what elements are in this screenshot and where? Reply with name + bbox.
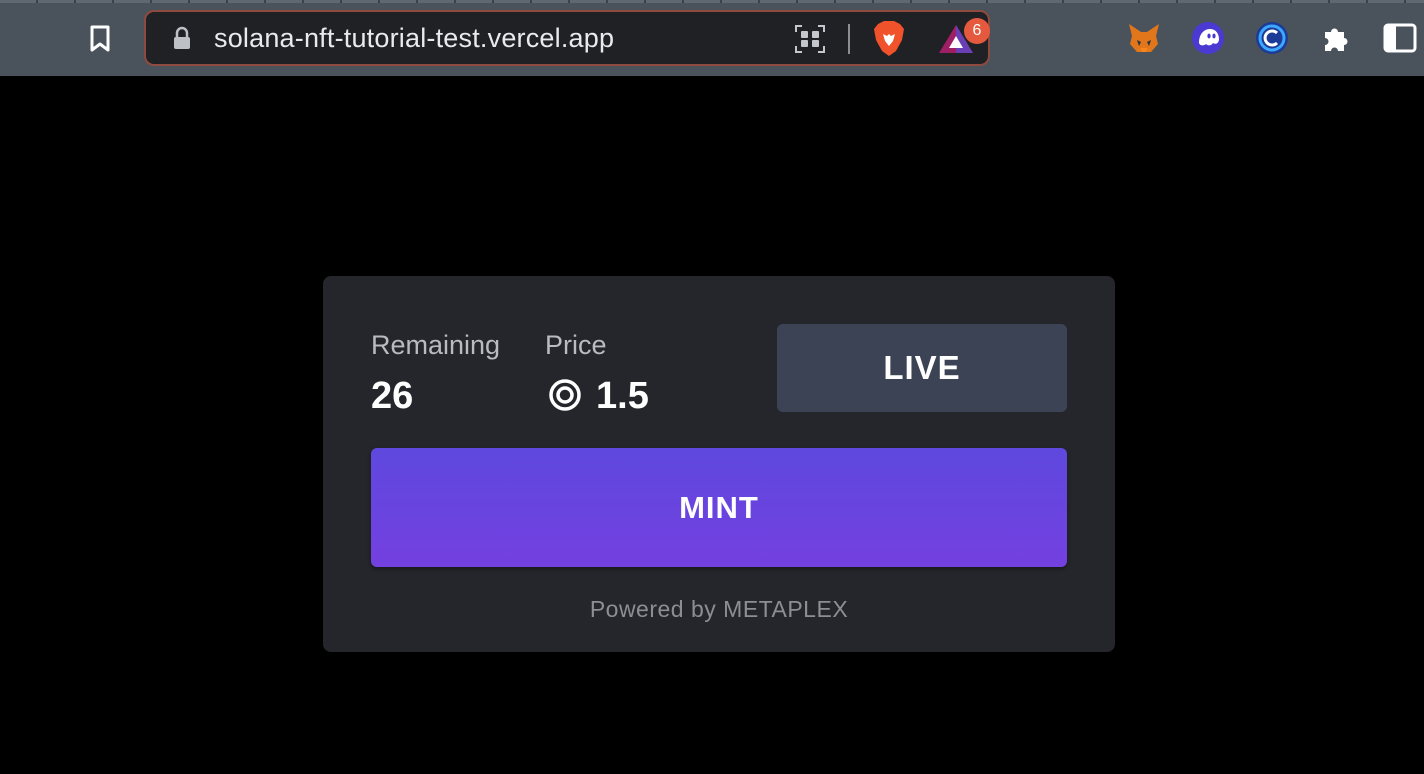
- remaining-label: Remaining: [371, 330, 501, 360]
- coin98-icon[interactable]: [1254, 20, 1290, 56]
- remaining-value: 26: [371, 375, 414, 417]
- price-value: 1.5: [596, 375, 649, 417]
- mint-button[interactable]: MINT: [371, 448, 1067, 567]
- extensions-puzzle-icon[interactable]: [1318, 20, 1354, 56]
- lock-icon[interactable]: [170, 26, 194, 52]
- url-text[interactable]: solana-nft-tutorial-test.vercel.app: [214, 23, 614, 54]
- browser-toolbar: solana-nft-tutorial-test.vercel.app 6: [0, 0, 1424, 76]
- phantom-icon[interactable]: [1190, 20, 1226, 56]
- sidebar-icon[interactable]: [1382, 20, 1418, 56]
- powered-by-text: Powered by METAPLEX: [589, 596, 849, 622]
- mint-card: Remaining 26 Price 1.5 LIVE MINT Powered…: [323, 276, 1115, 652]
- bookmark-icon[interactable]: [86, 24, 114, 54]
- metamask-icon[interactable]: [1126, 20, 1162, 56]
- price-label: Price: [545, 330, 607, 360]
- brave-shields-icon[interactable]: [872, 20, 906, 58]
- qr-code-icon[interactable]: [794, 24, 826, 54]
- address-bar-divider: [848, 24, 850, 54]
- tab-strip: [0, 0, 1424, 3]
- address-bar[interactable]: solana-nft-tutorial-test.vercel.app 6: [144, 10, 990, 66]
- live-status-button[interactable]: LIVE: [777, 324, 1067, 412]
- rewards-badge: 6: [964, 18, 990, 44]
- sol-currency-icon: [548, 378, 582, 412]
